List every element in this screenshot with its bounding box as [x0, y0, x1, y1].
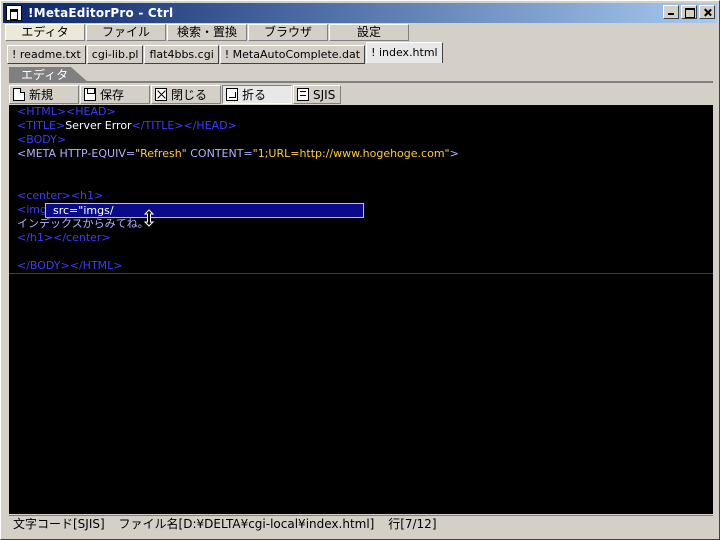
new-button-label: 新規: [29, 88, 54, 102]
file-tab-index[interactable]: ! index.html: [366, 42, 443, 63]
code-token: "1;URL=http://www.hogehoge.com": [252, 147, 450, 160]
window-title: !MetaEditorPro - Ctrl: [28, 6, 174, 20]
code-line-10[interactable]: </h1></center>: [17, 231, 111, 245]
code-token: "Refresh": [135, 147, 187, 160]
autocomplete-popup[interactable]: src="imgs/: [45, 203, 364, 218]
close-file-button[interactable]: 閉じる: [151, 85, 221, 104]
menu-settings[interactable]: 設定: [329, 24, 409, 41]
code-editor[interactable]: <HTML><HEAD> <TITLE>Server Error</TITLE>…: [9, 105, 713, 514]
app-window: !MetaEditorPro - Ctrl エディタ ファイル 検索・置換 ブラ…: [0, 0, 720, 540]
file-tab-readme[interactable]: ! readme.txt: [7, 45, 86, 64]
file-tab-metaautocomplete[interactable]: ! MetaAutoComplete.dat: [219, 45, 366, 64]
wrap-icon: [226, 88, 238, 101]
code-token: <TITLE>: [17, 119, 66, 132]
resize-cursor-icon: [143, 209, 155, 227]
code-line-4[interactable]: <META HTTP-EQUIV="Refresh" CONTENT="1;UR…: [17, 147, 459, 161]
code-token: <img: [17, 203, 47, 216]
code-token: <BODY>: [17, 133, 67, 146]
encoding-icon: [297, 88, 309, 101]
file-tabs: ! readme.txt cgi-lib.pl flat4bbs.cgi ! M…: [7, 42, 444, 65]
code-token: <HTML>: [17, 105, 67, 118]
code-line-9[interactable]: インデックスからみてね。: [17, 217, 149, 231]
save-icon: [84, 88, 96, 101]
code-token: </TITLE>: [131, 119, 184, 132]
code-line-2[interactable]: <TITLE>Server Error</TITLE></HEAD>: [17, 119, 237, 133]
code-token: <HEAD>: [66, 105, 116, 118]
file-tab-cgi-lib[interactable]: cgi-lib.pl: [86, 45, 144, 64]
status-bar: 文字コード[SJIS] ファイル名[D:¥DELTA¥cgi-local¥ind…: [9, 515, 713, 533]
wrap-button[interactable]: 折る: [222, 85, 292, 104]
close-file-button-label: 閉じる: [171, 88, 208, 102]
code-token: Server Error: [65, 119, 132, 132]
file-tab-flat4bbs[interactable]: flat4bbs.cgi: [144, 45, 219, 64]
new-file-icon: [13, 88, 25, 101]
code-token: </HTML>: [69, 259, 123, 272]
save-button[interactable]: 保存: [80, 85, 150, 104]
save-button-label: 保存: [100, 88, 125, 102]
code-token: </BODY>: [17, 259, 70, 272]
minimize-button[interactable]: [663, 5, 679, 19]
editor-toolbar: 新規 保存 閉じる 折る SJIS: [9, 85, 713, 105]
code-token: CONTENT=: [186, 147, 253, 160]
window-controls: [661, 5, 715, 19]
new-button[interactable]: 新規: [9, 85, 79, 104]
status-encoding: 文字コード[SJIS]: [13, 517, 105, 531]
code-line-1[interactable]: <HTML><HEAD>: [17, 105, 116, 119]
status-line: 行[7/12]: [388, 517, 437, 531]
code-token: >: [449, 147, 459, 160]
title-bar[interactable]: !MetaEditorPro - Ctrl: [3, 3, 717, 23]
code-token: <h1>: [70, 189, 104, 202]
menu-bar: エディタ ファイル 検索・置換 ブラウザ 設定: [5, 24, 713, 42]
code-line-12[interactable]: </BODY></HTML>: [17, 259, 123, 273]
editor-tab-strip: エディタ: [9, 67, 713, 83]
close-file-icon: [155, 88, 167, 101]
code-token: インデックスからみてね。: [17, 217, 149, 230]
menu-editor[interactable]: エディタ: [5, 24, 85, 41]
editor-tab[interactable]: エディタ: [9, 67, 89, 83]
end-of-file-marker: [9, 273, 713, 274]
menu-search-replace[interactable]: 検索・置換: [167, 24, 247, 41]
code-token: </h1>: [17, 231, 54, 244]
app-icon[interactable]: [6, 5, 22, 21]
status-filename: ファイル名[D:¥DELTA¥cgi-local¥index.html]: [118, 517, 375, 531]
wrap-button-label: 折る: [242, 88, 267, 102]
encoding-button[interactable]: SJIS: [293, 85, 341, 104]
close-window-button[interactable]: [699, 5, 715, 19]
encoding-button-label: SJIS: [313, 87, 336, 102]
maximize-button[interactable]: [681, 5, 697, 19]
menu-file[interactable]: ファイル: [86, 24, 166, 41]
code-line-3[interactable]: <BODY>: [17, 133, 66, 147]
code-line-7[interactable]: <center><h1>: [17, 189, 103, 203]
code-token: </HEAD>: [183, 119, 237, 132]
code-token: <META HTTP-EQUIV=: [17, 147, 136, 160]
menu-browser[interactable]: ブラウザ: [248, 24, 328, 41]
code-token: <center>: [17, 189, 71, 202]
code-line-8[interactable]: <img: [17, 203, 47, 217]
code-token: </center>: [53, 231, 111, 244]
